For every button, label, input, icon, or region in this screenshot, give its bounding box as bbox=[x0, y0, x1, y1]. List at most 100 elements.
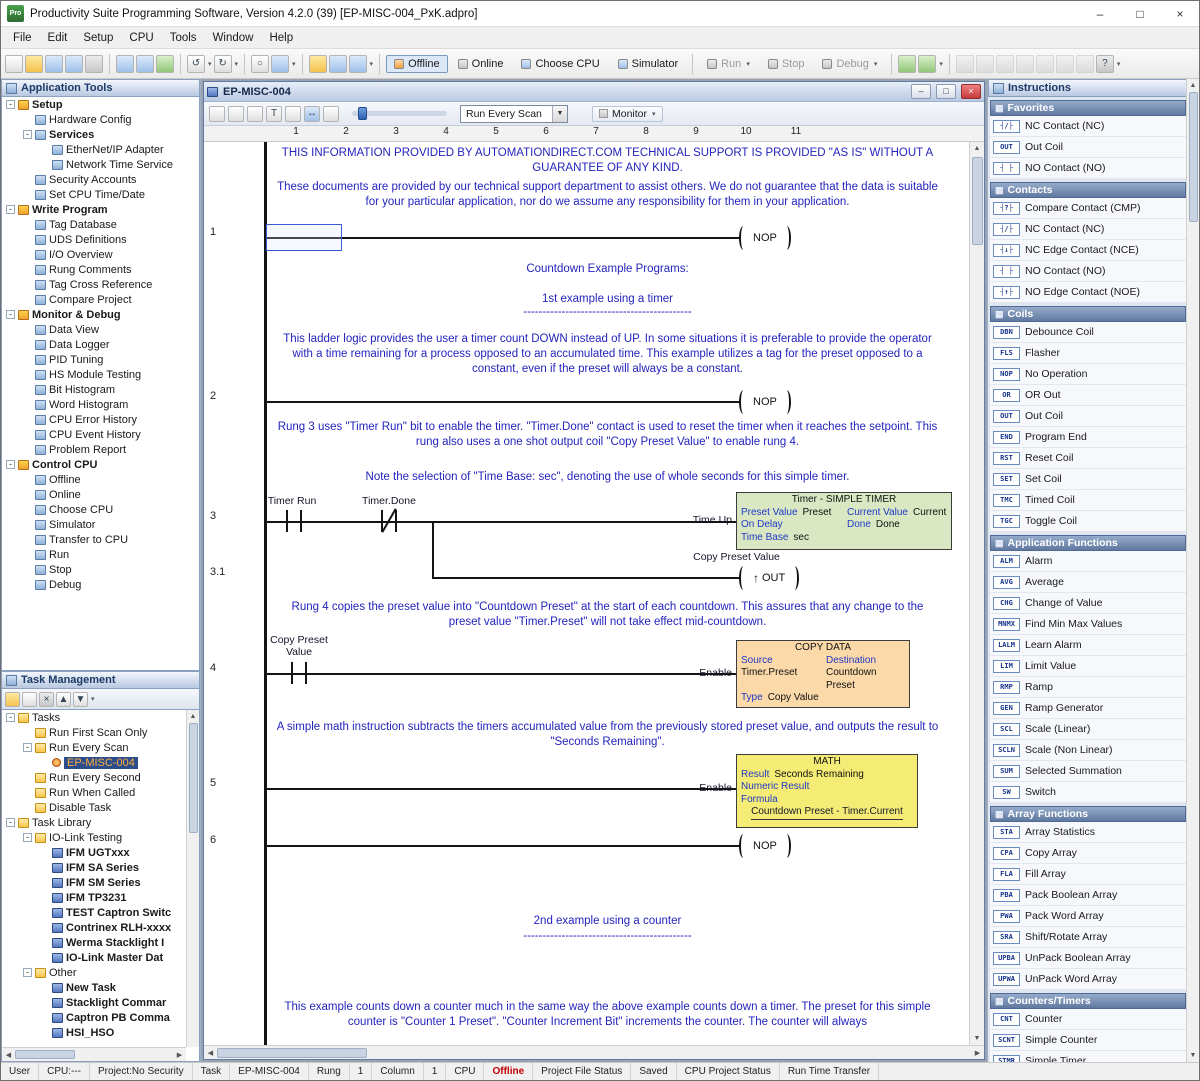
instruction-item[interactable]: PBA Pack Boolean Array bbox=[990, 885, 1186, 906]
tree-item[interactable]: Disable Task bbox=[2, 800, 186, 815]
tree-expander-icon[interactable]: - bbox=[6, 310, 15, 319]
instruction-item[interactable]: SRA Shift/Rotate Array bbox=[990, 927, 1186, 948]
tree-item[interactable]: Run Every Second bbox=[2, 770, 186, 785]
instruction-item[interactable]: ┤/├ NC Contact (NC) bbox=[990, 116, 1186, 137]
offline-button[interactable]: Offline bbox=[386, 55, 448, 73]
tree-expander-icon[interactable] bbox=[40, 160, 49, 169]
tree-expander-icon[interactable]: - bbox=[23, 833, 32, 842]
tree-item[interactable]: Data Logger bbox=[2, 337, 199, 352]
help-icon[interactable]: ? bbox=[1096, 55, 1114, 73]
instruction-item[interactable]: ┤?├ Compare Contact (CMP) bbox=[990, 198, 1186, 219]
scroll-left-icon[interactable]: ◀ bbox=[204, 1046, 217, 1059]
tree-item[interactable]: - Task Library bbox=[2, 815, 186, 830]
tree-item[interactable]: IO-Link Master Dat bbox=[2, 950, 186, 965]
instructions-vscrollbar[interactable]: ▲ ▼ bbox=[1186, 79, 1199, 1062]
scroll-thumb[interactable] bbox=[189, 723, 198, 833]
instruction-item[interactable]: STMR Simple Timer bbox=[990, 1051, 1186, 1062]
tree-expander-icon[interactable] bbox=[40, 758, 49, 767]
rung-comment-icon[interactable] bbox=[1016, 55, 1034, 73]
rung-comment[interactable]: Note the selection of "Time Base: sec", … bbox=[274, 470, 941, 485]
editor-hscroll[interactable]: ◀ ▶ bbox=[204, 1045, 984, 1059]
contact-tag-label[interactable]: Timer.Done bbox=[350, 495, 428, 507]
task-down-icon[interactable]: ▼ bbox=[73, 692, 88, 707]
tree-item[interactable]: Problem Report bbox=[2, 442, 199, 457]
tree-expander-icon[interactable] bbox=[23, 788, 32, 797]
tree-item[interactable]: Stacklight Commar bbox=[2, 995, 186, 1010]
task-toolbar-caret-icon[interactable]: ▾ bbox=[91, 695, 95, 703]
tree-expander-icon[interactable] bbox=[23, 728, 32, 737]
redo-caret-icon[interactable]: ▾ bbox=[235, 60, 239, 68]
instruction-item[interactable]: AVG Average bbox=[990, 572, 1186, 593]
task-tree-vscrollbar[interactable]: ▲ bbox=[186, 710, 199, 1047]
instruction-item[interactable]: CHG Change of Value bbox=[990, 593, 1186, 614]
simple-timer-box[interactable]: Timer - SIMPLE TIMER Preset ValuePreset … bbox=[736, 492, 952, 550]
insert-branch-icon[interactable] bbox=[247, 106, 263, 122]
tree-item[interactable]: IFM UGTxxx bbox=[2, 845, 186, 860]
tree-expander-icon[interactable] bbox=[40, 998, 49, 1007]
rung-comment[interactable]: A simple math instruction subtracts the … bbox=[274, 720, 941, 750]
scroll-up-icon[interactable]: ▲ bbox=[1187, 79, 1200, 92]
stop-button[interactable]: Stop bbox=[760, 55, 813, 73]
field-value[interactable]: Copy Value bbox=[768, 692, 819, 705]
tree-expander-icon[interactable] bbox=[23, 445, 32, 454]
instruction-item[interactable]: END Program End bbox=[990, 427, 1186, 448]
editor-close-button[interactable]: × bbox=[961, 84, 981, 99]
tree-item[interactable]: Contrinex RLH-xxxx bbox=[2, 920, 186, 935]
close-button[interactable]: × bbox=[1163, 2, 1197, 26]
instruction-item[interactable]: FLA Fill Array bbox=[990, 864, 1186, 885]
nop-coil-rung6[interactable]: NOP bbox=[739, 834, 791, 858]
rung-comment[interactable]: Rung 3 uses "Timer Run" bit to enable th… bbox=[274, 420, 941, 450]
tree-item[interactable]: - Tasks bbox=[2, 710, 186, 725]
io-overview-icon[interactable] bbox=[996, 55, 1014, 73]
save-project-icon[interactable] bbox=[45, 55, 63, 73]
instruction-group-coils[interactable]: ▦ Coils bbox=[990, 306, 1186, 322]
tree-expander-icon[interactable] bbox=[23, 190, 32, 199]
application-tools-header[interactable]: Application Tools bbox=[1, 79, 200, 97]
undo-caret-icon[interactable]: ▾ bbox=[208, 60, 212, 68]
instruction-group-favorites[interactable]: ▦ Favorites bbox=[990, 100, 1186, 116]
instruction-item[interactable]: ┤/├ NC Contact (NC) bbox=[990, 219, 1186, 240]
field-value[interactable]: Current bbox=[913, 507, 946, 520]
instruction-item[interactable]: OUT Out Coil bbox=[990, 406, 1186, 427]
instruction-item[interactable]: SCNT Simple Counter bbox=[990, 1030, 1186, 1051]
tree-item[interactable]: - Other bbox=[2, 965, 186, 980]
tree-item[interactable]: New Task bbox=[2, 980, 186, 995]
tree-item[interactable]: CPU Event History bbox=[2, 427, 199, 442]
print-icon[interactable] bbox=[85, 55, 103, 73]
copy-data-box[interactable]: COPY DATA Source Destination Timer.Prese… bbox=[736, 640, 910, 708]
rung-comment[interactable]: THIS INFORMATION PROVIDED BY AUTOMATIOND… bbox=[274, 146, 941, 176]
zoom-fit-icon[interactable]: ↔ bbox=[304, 106, 320, 122]
debug-button[interactable]: Debug ▾ bbox=[814, 55, 885, 73]
zoom-slider[interactable] bbox=[352, 111, 447, 116]
instruction-item[interactable]: ┤↑├ NO Edge Contact (NOE) bbox=[990, 282, 1186, 303]
instruction-item[interactable]: NOP No Operation bbox=[990, 364, 1186, 385]
compare-project-icon[interactable] bbox=[156, 55, 174, 73]
run-button[interactable]: Run ▾ bbox=[699, 55, 758, 73]
tree-expander-icon[interactable] bbox=[40, 938, 49, 947]
page-view-icon[interactable] bbox=[323, 106, 339, 122]
tree-item[interactable]: IFM SA Series bbox=[2, 860, 186, 875]
task-management-header[interactable]: Task Management bbox=[1, 671, 200, 689]
data-logger-icon[interactable] bbox=[1056, 55, 1074, 73]
transfer-from-cpu-icon[interactable] bbox=[136, 55, 154, 73]
tree-item[interactable]: CPU Error History bbox=[2, 412, 199, 427]
tree-expander-icon[interactable]: - bbox=[23, 968, 32, 977]
tag-database-icon[interactable] bbox=[956, 55, 974, 73]
tree-expander-icon[interactable]: - bbox=[6, 460, 15, 469]
tree-expander-icon[interactable]: - bbox=[6, 818, 15, 827]
new-project-icon[interactable] bbox=[5, 55, 23, 73]
tree-item[interactable]: Run When Called bbox=[2, 785, 186, 800]
task-up-icon[interactable]: ▲ bbox=[56, 692, 71, 707]
tree-expander-icon[interactable] bbox=[23, 535, 32, 544]
instruction-item[interactable]: SW Switch bbox=[990, 782, 1186, 803]
cross-reference-caret-icon[interactable]: ▾ bbox=[292, 60, 296, 68]
rung-comment[interactable]: 2nd example using a counter bbox=[274, 914, 941, 929]
editor-restore-button[interactable]: □ bbox=[936, 84, 956, 99]
instruction-item[interactable]: ┤ ├ NO Contact (NO) bbox=[990, 158, 1186, 179]
scroll-down-icon[interactable]: ▼ bbox=[971, 1032, 984, 1045]
instruction-item[interactable]: UPWA UnPack Word Array bbox=[990, 969, 1186, 990]
tree-expander-icon[interactable] bbox=[23, 773, 32, 782]
tree-item[interactable]: Stop bbox=[2, 562, 199, 577]
instruction-item[interactable]: LALM Learn Alarm bbox=[990, 635, 1186, 656]
tree-item[interactable]: Werma Stacklight I bbox=[2, 935, 186, 950]
